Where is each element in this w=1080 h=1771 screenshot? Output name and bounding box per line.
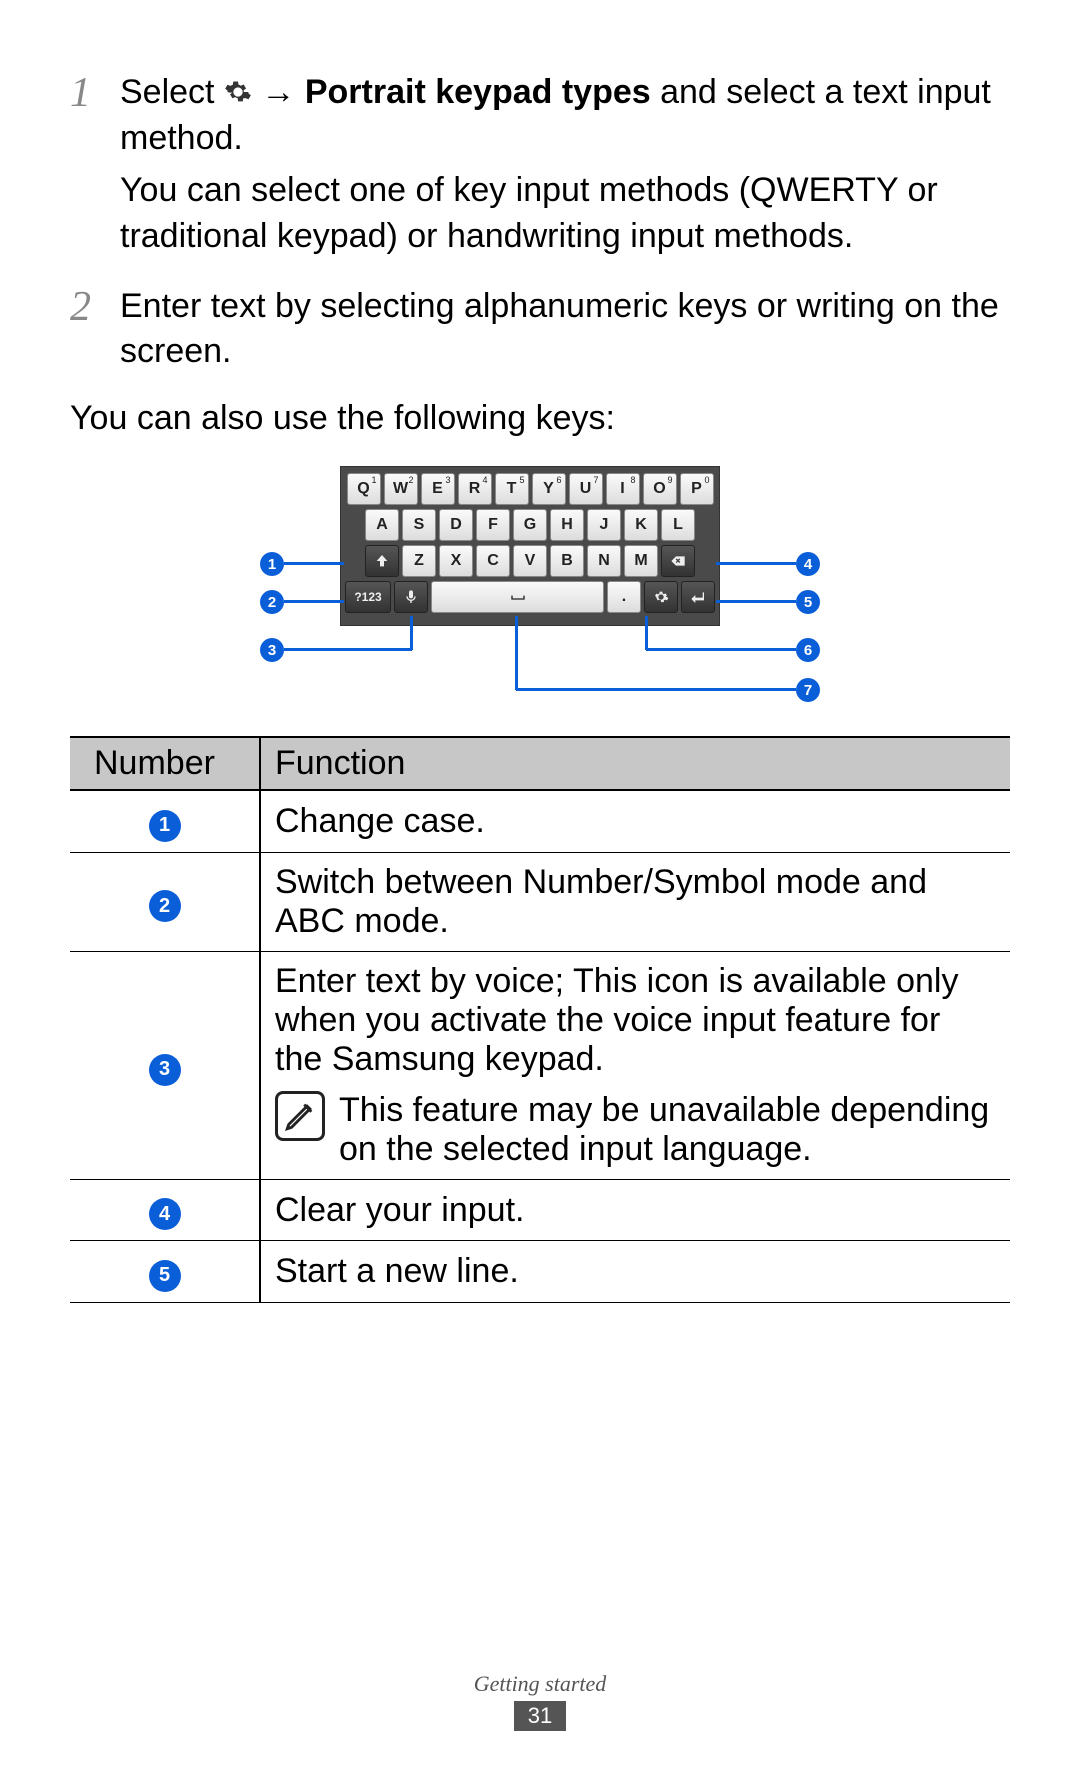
- table-row: 1 Change case.: [70, 790, 1010, 852]
- note: This feature may be unavailable dependin…: [275, 1091, 996, 1169]
- key-X: X: [439, 545, 473, 577]
- row-function: Change case.: [260, 790, 1010, 852]
- key-B: B: [550, 545, 584, 577]
- table-row: 5 Start a new line.: [70, 1241, 1010, 1303]
- callout-badge: 6: [796, 638, 820, 662]
- key-U: U7: [569, 473, 603, 505]
- key-R: R4: [458, 473, 492, 505]
- after-steps-text: You can also use the following keys:: [70, 399, 1010, 438]
- step-1: 1 Select → Portrait keypad types and sel…: [70, 70, 1010, 260]
- key-P: P0: [680, 473, 714, 505]
- key-T: T5: [495, 473, 529, 505]
- key-L: L: [661, 509, 695, 541]
- page-footer: Getting started 31: [0, 1671, 1080, 1731]
- step-list: 1 Select → Portrait keypad types and sel…: [70, 70, 1010, 375]
- note-text: This feature may be unavailable dependin…: [339, 1091, 996, 1169]
- step-text-pre: Select: [120, 73, 224, 111]
- row-number-badge: 4: [149, 1198, 181, 1230]
- key-V: V: [513, 545, 547, 577]
- key-N: N: [587, 545, 621, 577]
- footer-section: Getting started: [0, 1671, 1080, 1697]
- step-text-bold: Portrait keypad types: [305, 73, 651, 111]
- row-function: Switch between Number/Symbol mode and AB…: [260, 852, 1010, 951]
- key-G: G: [513, 509, 547, 541]
- backspace-key: [661, 545, 695, 577]
- row-function: Clear your input.: [260, 1179, 1010, 1241]
- key-C: C: [476, 545, 510, 577]
- key-A: A: [365, 509, 399, 541]
- key-W: W2: [384, 473, 418, 505]
- key-H: H: [550, 509, 584, 541]
- period-key: .: [607, 581, 641, 613]
- shift-key: [365, 545, 399, 577]
- callout-badge: 1: [260, 552, 284, 576]
- key-S: S: [402, 509, 436, 541]
- key-E: E3: [421, 473, 455, 505]
- page-number: 31: [514, 1701, 566, 1731]
- step-2: 2 Enter text by selecting alphanumeric k…: [70, 284, 1010, 376]
- keyboard-row-2: ASDFGHJKL: [345, 509, 715, 541]
- arrow-text: →: [261, 73, 304, 111]
- space-key: [431, 581, 604, 613]
- callout-badge: 5: [796, 590, 820, 614]
- table-row: 2 Switch between Number/Symbol mode and A…: [70, 852, 1010, 951]
- table-header-number: Number: [70, 737, 260, 790]
- table-row: 3 Enter text by voice; This icon is avail…: [70, 951, 1010, 1179]
- key-Q: Q1: [347, 473, 381, 505]
- key-K: K: [624, 509, 658, 541]
- callout-badge: 3: [260, 638, 284, 662]
- mode-key: ?123: [345, 581, 391, 613]
- key-M: M: [624, 545, 658, 577]
- key-Z: Z: [402, 545, 436, 577]
- table-row: 4 Clear your input.: [70, 1179, 1010, 1241]
- key-I: I8: [606, 473, 640, 505]
- row-number-badge: 2: [149, 890, 181, 922]
- keyboard-row-3: ZXCVBNM: [345, 545, 715, 577]
- row-number-badge: 5: [149, 1260, 181, 1292]
- callout-badge: 7: [796, 678, 820, 702]
- gear-icon: [224, 78, 252, 106]
- keyboard-row-4: ?123 .: [345, 581, 715, 613]
- key-D: D: [439, 509, 473, 541]
- settings-key: [644, 581, 678, 613]
- step-body: Enter text by selecting alphanumeric key…: [120, 284, 1010, 376]
- callout-badge: 4: [796, 552, 820, 576]
- row-number-badge: 3: [149, 1054, 181, 1086]
- note-icon: [275, 1091, 325, 1141]
- key-F: F: [476, 509, 510, 541]
- step-number: 1: [70, 70, 120, 260]
- mic-key: [394, 581, 428, 613]
- key-J: J: [587, 509, 621, 541]
- keyboard-figure: Q1W2E3R4T5Y6U7I8O9P0 ASDFGHJKL ZXCVBNM ?…: [70, 466, 1010, 706]
- keyboard-row-1: Q1W2E3R4T5Y6U7I8O9P0: [345, 473, 715, 505]
- keyboard: Q1W2E3R4T5Y6U7I8O9P0 ASDFGHJKL ZXCVBNM ?…: [340, 466, 720, 626]
- step-extra: You can select one of key input methods …: [120, 168, 1010, 260]
- callout-badge: 2: [260, 590, 284, 614]
- row-number-badge: 1: [149, 810, 181, 842]
- row-function: Start a new line.: [260, 1241, 1010, 1303]
- step-body: Select → Portrait keypad types and selec…: [120, 70, 1010, 260]
- enter-key: [681, 581, 715, 613]
- key-O: O9: [643, 473, 677, 505]
- step-number: 2: [70, 284, 120, 376]
- key-Y: Y6: [532, 473, 566, 505]
- row-function: Enter text by voice; This icon is availa…: [260, 951, 1010, 1179]
- function-table: Number Function 1 Change case. 2 Switch bet…: [70, 736, 1010, 1303]
- table-header-function: Function: [260, 737, 1010, 790]
